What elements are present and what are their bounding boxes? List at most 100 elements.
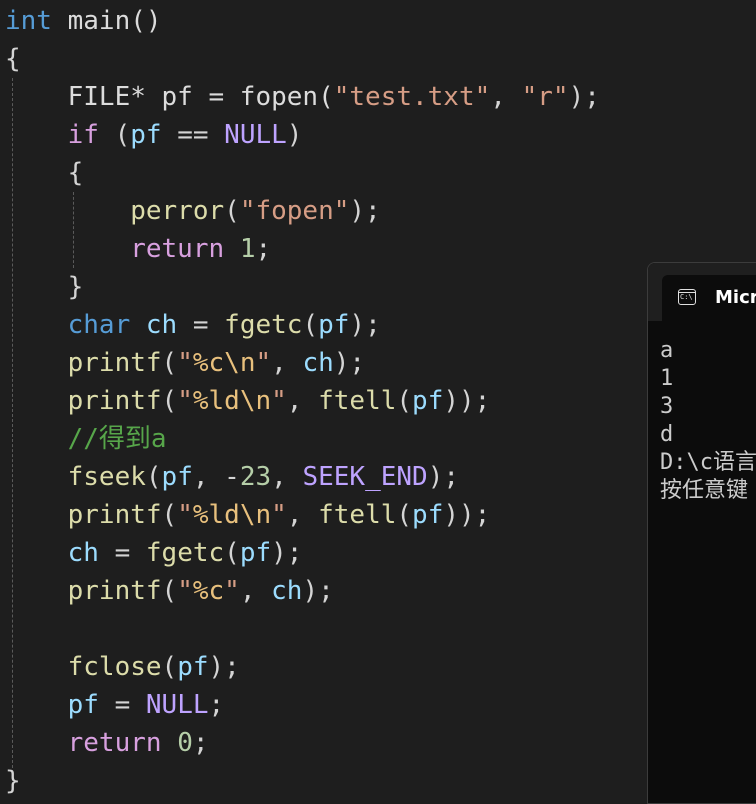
code-token: char: [5, 310, 131, 340]
code-line[interactable]: ch = fgetc(pf);: [5, 534, 303, 572]
code-token: =: [98, 538, 146, 568]
code-token: ": [255, 348, 272, 378]
code-token: (: [98, 120, 131, 150]
code-token: {: [5, 158, 84, 188]
code-line[interactable]: char ch = fgetc(pf);: [5, 306, 381, 344]
code-editor[interactable]: int main() { FILE* pf = fopen("test.txt",…: [0, 0, 756, 796]
code-token: ch: [5, 538, 99, 568]
code-line[interactable]: fseek(pf, -23, SEEK_END);: [5, 458, 459, 496]
code-line[interactable]: {: [5, 40, 21, 78]
code-token: "fopen": [239, 196, 350, 226]
code-token: pf: [130, 120, 162, 150]
code-token: FILE* pf = fopen(: [5, 82, 334, 112]
code-token: ;: [208, 690, 225, 720]
code-line[interactable]: return 0;: [5, 724, 209, 762]
code-line[interactable]: perror("fopen");: [5, 192, 380, 230]
code-line[interactable]: printf("%c", ch);: [5, 572, 334, 610]
code-token: (: [302, 310, 319, 340]
code-line[interactable]: printf("%ld\n", ftell(pf));: [5, 382, 491, 420]
code-token: %c\n: [192, 348, 256, 378]
code-token: ch: [302, 348, 334, 378]
code-token: pf: [5, 690, 99, 720]
code-line[interactable]: }: [5, 762, 21, 800]
code-token: ;: [255, 234, 272, 264]
code-line[interactable]: FILE* pf = fopen("test.txt", "r");: [5, 78, 600, 116]
code-token: fseek: [5, 462, 146, 492]
code-token: =: [98, 690, 146, 720]
code-token: fgetc: [145, 538, 225, 568]
terminal-output-line: 按任意键: [660, 478, 749, 503]
code-token: ": [177, 576, 193, 606]
code-token: ch: [271, 576, 303, 606]
code-token: );: [427, 462, 459, 492]
code-token: "r": [521, 82, 569, 112]
code-token: //得到a: [5, 424, 167, 454]
code-token: ": [271, 386, 287, 416]
code-token: );: [333, 348, 366, 378]
code-line[interactable]: //得到a: [5, 420, 167, 458]
code-line[interactable]: printf("%ld\n", ftell(pf));: [5, 496, 491, 534]
code-token: pf: [412, 500, 444, 530]
terminal-output-line: 1: [660, 366, 674, 391]
code-token: ": [224, 576, 240, 606]
code-token: ": [177, 348, 193, 378]
code-token: printf: [5, 348, 162, 378]
code-line[interactable]: int main(): [5, 2, 162, 40]
code-token: (: [161, 652, 178, 682]
code-line[interactable]: pf = NULL;: [5, 686, 225, 724]
code-token: (: [396, 500, 413, 530]
code-token: ,: [490, 82, 522, 112]
code-line[interactable]: if (pf == NULL): [5, 116, 303, 154]
code-token: (: [224, 538, 240, 568]
code-token: main(): [51, 6, 162, 36]
code-token: "test.txt": [333, 82, 491, 112]
code-token: printf: [5, 576, 162, 606]
code-token: 0: [177, 728, 193, 758]
code-token: (: [224, 196, 240, 226]
code-token: if: [5, 120, 99, 150]
code-line[interactable]: return 1;: [5, 230, 271, 268]
code-token: SEEK_END: [302, 462, 428, 492]
code-token: %ld\n: [192, 386, 272, 416]
terminal-output-line: a: [660, 338, 674, 363]
terminal-window[interactable]: Micro a 1 3 d D:\c语言按任意键: [647, 262, 756, 804]
terminal-tab[interactable]: Micro: [662, 275, 756, 321]
code-token: int: [5, 6, 52, 36]
code-token: NULL: [145, 690, 209, 720]
code-token: printf: [5, 386, 162, 416]
code-token: ": [271, 500, 287, 530]
code-token: ": [177, 500, 193, 530]
code-token: fclose: [5, 652, 162, 682]
code-token: %ld\n: [192, 500, 272, 530]
terminal-output-line: 3: [660, 394, 674, 419]
terminal-output-line: D:\c语言: [660, 450, 756, 475]
code-token: ": [177, 386, 193, 416]
code-token: );: [568, 82, 600, 112]
code-token: (: [161, 386, 178, 416]
code-line[interactable]: printf("%c\n", ch);: [5, 344, 365, 382]
code-token: 23: [239, 462, 272, 492]
code-token: , -: [192, 462, 240, 492]
terminal-titlebar[interactable]: Micro: [648, 263, 756, 321]
code-line[interactable]: {: [5, 154, 84, 192]
code-token: (: [145, 462, 162, 492]
code-token: %c: [192, 576, 225, 606]
code-token: =: [177, 310, 225, 340]
terminal-tab-title: Micro: [715, 287, 756, 308]
code-token: }: [5, 272, 84, 302]
code-token: ftell: [318, 386, 397, 416]
terminal-output[interactable]: a 1 3 d D:\c语言 按任意键: [660, 337, 756, 505]
code-token: ));: [443, 500, 491, 530]
code-token: fgetc: [224, 310, 303, 340]
code-token: perror: [5, 196, 225, 226]
console-icon: [678, 289, 696, 305]
code-token: pf: [412, 386, 444, 416]
code-token: pf: [177, 652, 209, 682]
code-line[interactable]: fclose(pf);: [5, 648, 240, 686]
code-token: ==: [161, 120, 225, 150]
code-token: (: [161, 500, 178, 530]
code-line[interactable]: }: [5, 268, 84, 306]
